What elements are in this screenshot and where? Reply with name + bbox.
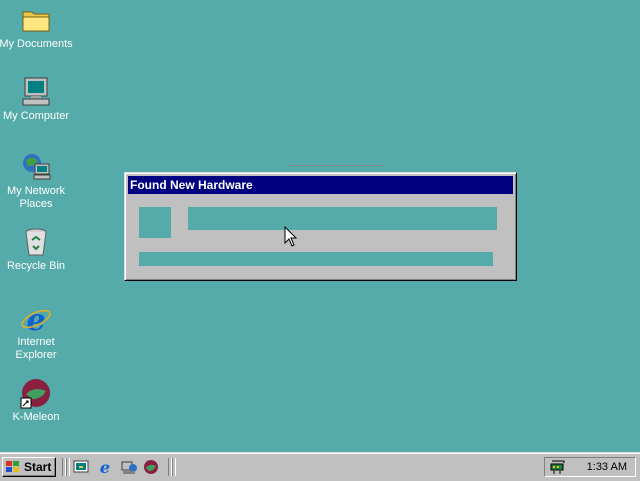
desktop-icon-label: Recycle Bin (6, 260, 66, 272)
ie-icon: e (20, 302, 52, 338)
taskbar: Start e 1:33 AM (0, 452, 640, 481)
windows-logo-icon (5, 460, 21, 474)
desktop-icon-label: My Network Places (6, 185, 66, 210)
desktop-icon-internet-explorer[interactable]: e Internet Explorer (0, 302, 74, 362)
taskbar-separator (172, 458, 176, 476)
mouse-cursor-icon (284, 225, 298, 251)
k-meleon-icon[interactable] (142, 459, 160, 475)
k-meleon-icon (20, 377, 52, 409)
desktop-icon-label: My Computer (2, 110, 70, 122)
desktop-icon-my-computer[interactable]: My Computer (0, 76, 74, 123)
device-name-placeholder (188, 207, 497, 230)
computer-icon (20, 76, 52, 108)
desktop-icon-k-meleon[interactable]: K-Meleon (0, 377, 74, 424)
desktop-icon-recycle-bin[interactable]: Recycle Bin (0, 226, 74, 273)
desktop-icon-label: My Documents (0, 38, 73, 50)
show-desktop-icon[interactable] (72, 459, 90, 475)
found-new-hardware-dialog[interactable]: Found New Hardware (124, 172, 517, 281)
clock[interactable]: 1:33 AM (587, 461, 627, 473)
desktop-icon-my-documents[interactable]: My Documents (0, 4, 74, 51)
hardware-icon-placeholder (139, 207, 171, 238)
svg-text:e: e (100, 459, 110, 475)
channels-icon[interactable] (120, 459, 138, 475)
recycle-bin-icon (20, 226, 52, 258)
dialog-title[interactable]: Found New Hardware (128, 176, 513, 194)
folder-icon (20, 4, 52, 36)
taskbar-separator (66, 458, 70, 476)
start-label: Start (24, 460, 52, 474)
network-icon (20, 151, 52, 183)
hardware-tray-icon[interactable] (549, 459, 567, 475)
desktop-icon-label: Internet Explorer (15, 336, 57, 361)
progress-placeholder (139, 252, 493, 266)
start-button[interactable]: Start (2, 457, 56, 477)
svg-text:e: e (26, 303, 45, 334)
desktop-icon-my-network-places[interactable]: My Network Places (0, 151, 74, 211)
ie-icon[interactable]: e (96, 458, 114, 477)
system-tray: 1:33 AM (544, 457, 636, 477)
desktop-icon-label: K-Meleon (12, 411, 60, 423)
divider (288, 165, 384, 166)
